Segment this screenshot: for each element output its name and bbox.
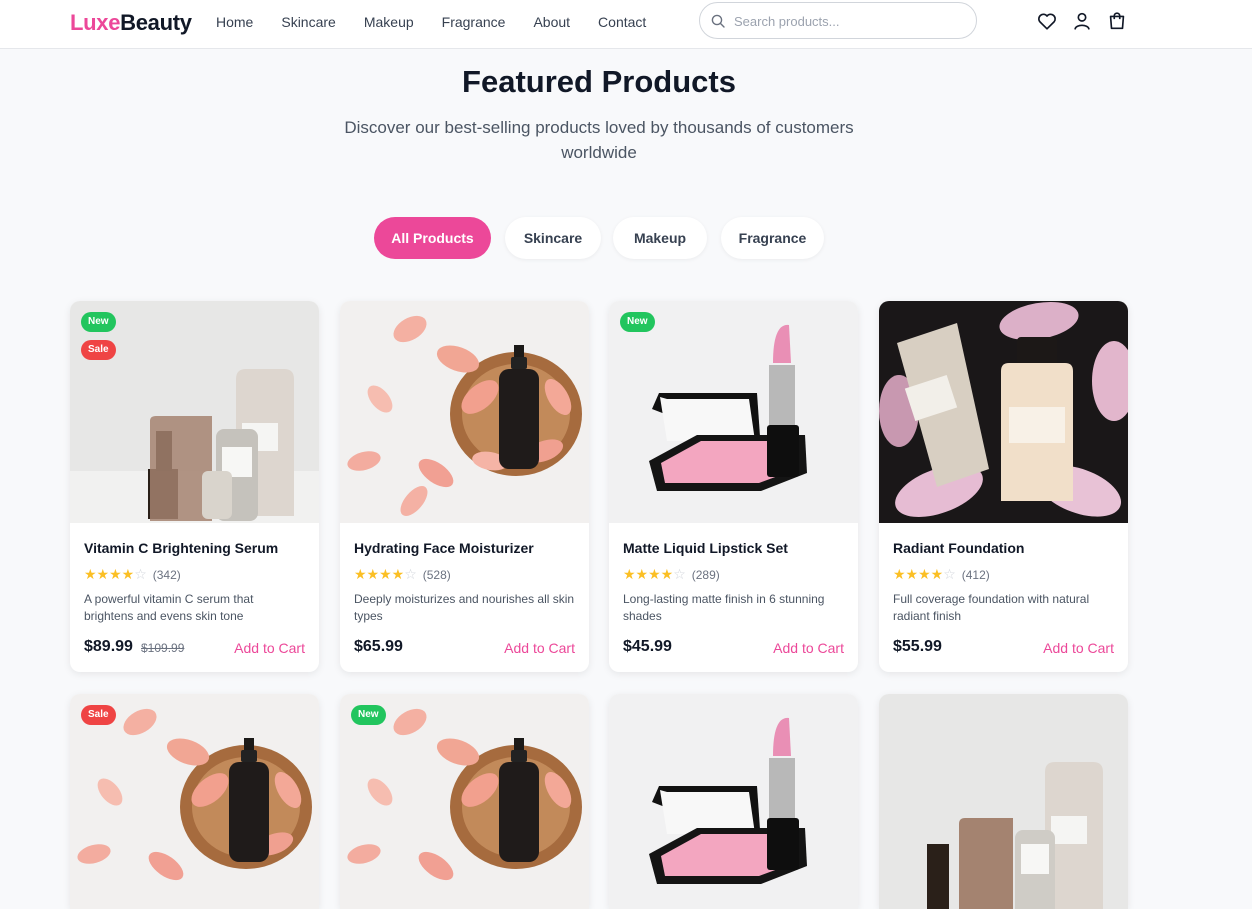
product-card[interactable]: New — [340, 694, 589, 909]
product-price: $55.99 — [893, 638, 942, 655]
user-icon[interactable] — [1071, 10, 1093, 32]
nav-about[interactable]: About — [533, 14, 570, 30]
product-image[interactable] — [70, 694, 319, 909]
search-box — [699, 2, 977, 39]
nav-makeup[interactable]: Makeup — [364, 14, 414, 30]
brand-part2: Beauty — [120, 10, 192, 35]
product-price: $89.99 — [84, 638, 133, 655]
shopping-bag-icon[interactable] — [1106, 10, 1128, 32]
product-name[interactable]: Radiant Foundation — [893, 540, 1024, 556]
product-image[interactable] — [70, 301, 319, 523]
nav-home[interactable]: Home — [216, 14, 253, 30]
product-card[interactable]: New Matte Liquid Lipstick Set ★★★★☆ (289… — [609, 301, 858, 672]
top-navbar: LuxeBeauty Home Skincare Makeup Fragranc… — [0, 0, 1252, 49]
search-input[interactable] — [734, 11, 964, 31]
new-badge: New — [351, 705, 386, 725]
sale-badge: Sale — [81, 705, 116, 725]
main-nav: Home Skincare Makeup Fragrance About Con… — [216, 14, 674, 30]
brand-part1: Luxe — [70, 10, 121, 35]
filter-skincare[interactable]: Skincare — [505, 217, 601, 259]
sale-badge: Sale — [81, 340, 116, 360]
product-card[interactable]: New Sale Vitamin C Brightening Serum ★★★… — [70, 301, 319, 672]
page-subtitle: Discover our best-selling products loved… — [344, 118, 854, 162]
nav-skincare[interactable]: Skincare — [281, 14, 335, 30]
product-card[interactable]: Radiant Foundation ★★★★☆ (412) Full cove… — [879, 301, 1128, 672]
star-rating-icon: ★★★★☆ — [893, 566, 956, 582]
add-to-cart-button[interactable]: Add to Cart — [1043, 640, 1114, 656]
product-name[interactable]: Hydrating Face Moisturizer — [354, 540, 534, 556]
product-rating: ★★★★☆ (412) — [893, 566, 990, 583]
product-image[interactable] — [340, 301, 589, 523]
product-description: Full coverage foundation with natural ra… — [893, 592, 1090, 623]
star-rating-icon: ★★★★☆ — [84, 566, 147, 582]
product-card[interactable] — [609, 694, 858, 909]
product-description: Long-lasting matte finish in 6 stunning … — [623, 592, 825, 623]
filter-all-products[interactable]: All Products — [374, 217, 491, 259]
product-rating: ★★★★☆ (289) — [623, 566, 720, 583]
original-price: $109.99 — [141, 641, 185, 655]
product-card[interactable]: Sale — [70, 694, 319, 909]
review-count: (528) — [422, 567, 451, 582]
product-image[interactable] — [879, 694, 1128, 909]
add-to-cart-button[interactable]: Add to Cart — [234, 640, 305, 656]
review-count: (342) — [152, 567, 181, 582]
product-image[interactable] — [609, 694, 858, 909]
product-description: Deeply moisturizes and nourishes all ski… — [354, 592, 575, 623]
product-card[interactable] — [879, 694, 1128, 909]
product-description: A powerful vitamin C serum that brighten… — [84, 592, 254, 623]
heart-icon[interactable] — [1036, 10, 1058, 32]
star-rating-icon: ★★★★☆ — [623, 566, 686, 582]
add-to-cart-button[interactable]: Add to Cart — [504, 640, 575, 656]
product-image[interactable] — [879, 301, 1128, 523]
filter-fragrance[interactable]: Fragrance — [721, 217, 824, 259]
search-icon — [711, 14, 725, 28]
product-price: $45.99 — [623, 638, 672, 655]
brand-logo[interactable]: LuxeBeauty — [70, 10, 192, 36]
product-price: $65.99 — [354, 638, 403, 655]
product-name[interactable]: Matte Liquid Lipstick Set — [623, 540, 788, 556]
nav-contact[interactable]: Contact — [598, 14, 646, 30]
star-rating-icon: ★★★★☆ — [354, 566, 417, 582]
new-badge: New — [620, 312, 655, 332]
product-card[interactable]: Hydrating Face Moisturizer ★★★★☆ (528) D… — [340, 301, 589, 672]
new-badge: New — [81, 312, 116, 332]
nav-fragrance[interactable]: Fragrance — [442, 14, 506, 30]
product-image[interactable] — [340, 694, 589, 909]
filter-makeup[interactable]: Makeup — [613, 217, 707, 259]
review-count: (412) — [961, 567, 990, 582]
product-rating: ★★★★☆ (342) — [84, 566, 181, 583]
page-title: Featured Products — [462, 64, 736, 99]
product-name[interactable]: Vitamin C Brightening Serum — [84, 540, 278, 556]
review-count: (289) — [691, 567, 720, 582]
product-rating: ★★★★☆ (528) — [354, 566, 451, 583]
product-image[interactable] — [609, 301, 858, 523]
add-to-cart-button[interactable]: Add to Cart — [773, 640, 844, 656]
